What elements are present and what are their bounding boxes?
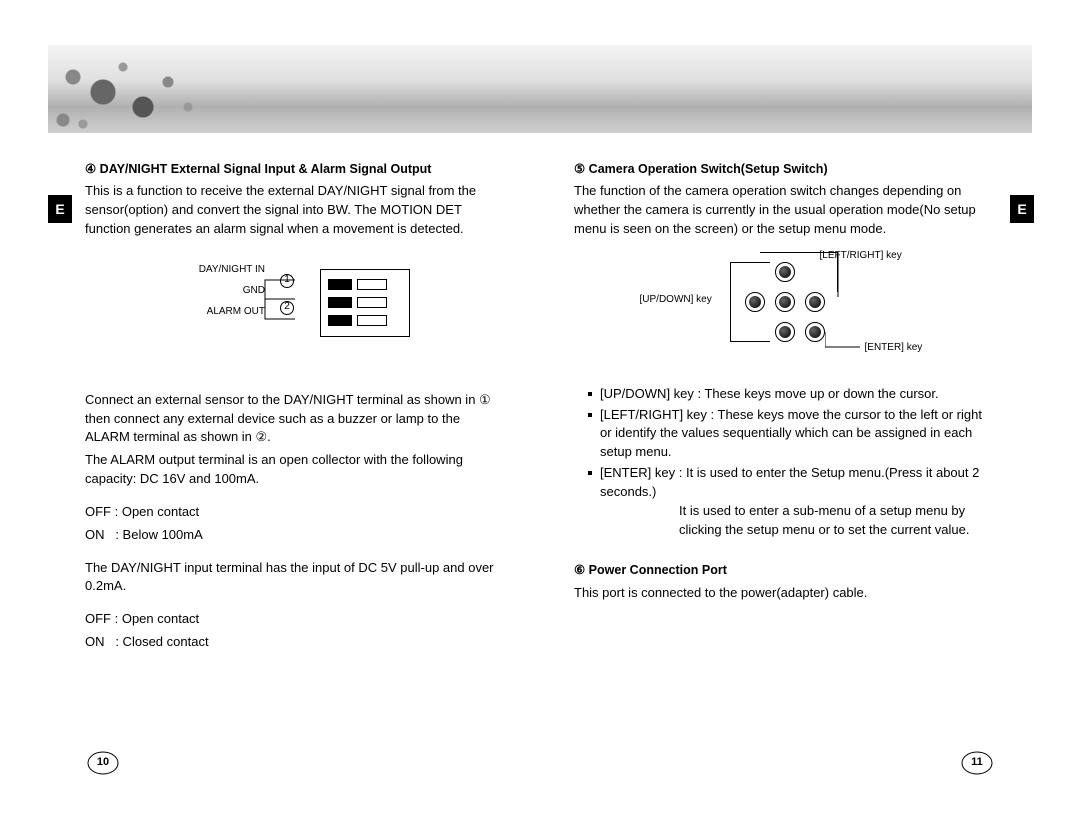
- left-column: ④ DAY/NIGHT External Signal Input & Alar…: [85, 160, 506, 656]
- heading-day-night: ④ DAY/NIGHT External Signal Input & Alar…: [99, 160, 506, 178]
- label-alarm-out: ALARM OUT: [165, 305, 265, 320]
- banner-bubbles-graphic: [48, 52, 208, 134]
- intro-day-night: This is a function to receive the extern…: [85, 182, 506, 239]
- terminal-diagram: 1 2 DAY/NIGHT IN GND ALARM OUT: [85, 259, 495, 369]
- key-enter-extra: It is used to enter a sub-menu of a setu…: [574, 502, 995, 540]
- power-port-desc: This port is connected to the power(adap…: [574, 584, 995, 603]
- key-leftright-desc: [LEFT/RIGHT] key : These keys move the c…: [588, 406, 995, 463]
- page-number-left: 10: [92, 756, 114, 768]
- label-leftright: [LEFT/RIGHT] key: [820, 249, 902, 264]
- terminal-block: [320, 269, 410, 337]
- circled-1: 1: [280, 274, 294, 288]
- label-gnd: GND: [165, 284, 265, 299]
- key-updown-desc: [UP/DOWN] key : These keys move up or do…: [588, 385, 995, 404]
- left-p5b: ON : Closed contact: [85, 633, 506, 652]
- switch-diagram: [UP/DOWN] key [LEFT/RIGHT] key [ENTER] k…: [630, 257, 940, 367]
- left-p5a: OFF : Open contact: [85, 610, 506, 629]
- key-descriptions: [UP/DOWN] key : These keys move up or do…: [574, 385, 995, 502]
- dial-enter: [805, 322, 825, 342]
- heading-power-port: ⑥ Power Connection Port: [588, 561, 995, 579]
- enter-line: [825, 332, 865, 352]
- left-p4: The DAY/NIGHT input terminal has the inp…: [85, 559, 506, 597]
- right-column: ⑤ Camera Operation Switch(Setup Switch) …: [574, 160, 995, 656]
- dial-center: [775, 292, 795, 312]
- dial-down: [775, 322, 795, 342]
- section-tab-left: E: [48, 195, 72, 223]
- section-tab-right: E: [1010, 195, 1034, 223]
- label-daynight-in: DAY/NIGHT IN: [165, 263, 265, 278]
- page-number-right: 11: [966, 756, 988, 768]
- left-p1: Connect an external sensor to the DAY/NI…: [85, 391, 506, 448]
- left-p3b: ON : Below 100mA: [85, 526, 506, 545]
- key-enter-desc: [ENTER] key : It is used to enter the Se…: [588, 464, 995, 502]
- left-p2: The ALARM output terminal is an open col…: [85, 451, 506, 489]
- intro-camera-switch: The function of the camera operation swi…: [574, 182, 995, 239]
- label-enter: [ENTER] key: [865, 341, 923, 356]
- dial-right: [805, 292, 825, 312]
- left-p3a: OFF : Open contact: [85, 503, 506, 522]
- label-updown: [UP/DOWN] key: [640, 293, 712, 308]
- circled-2: 2: [280, 301, 294, 315]
- heading-camera-switch: ⑤ Camera Operation Switch(Setup Switch): [588, 160, 995, 178]
